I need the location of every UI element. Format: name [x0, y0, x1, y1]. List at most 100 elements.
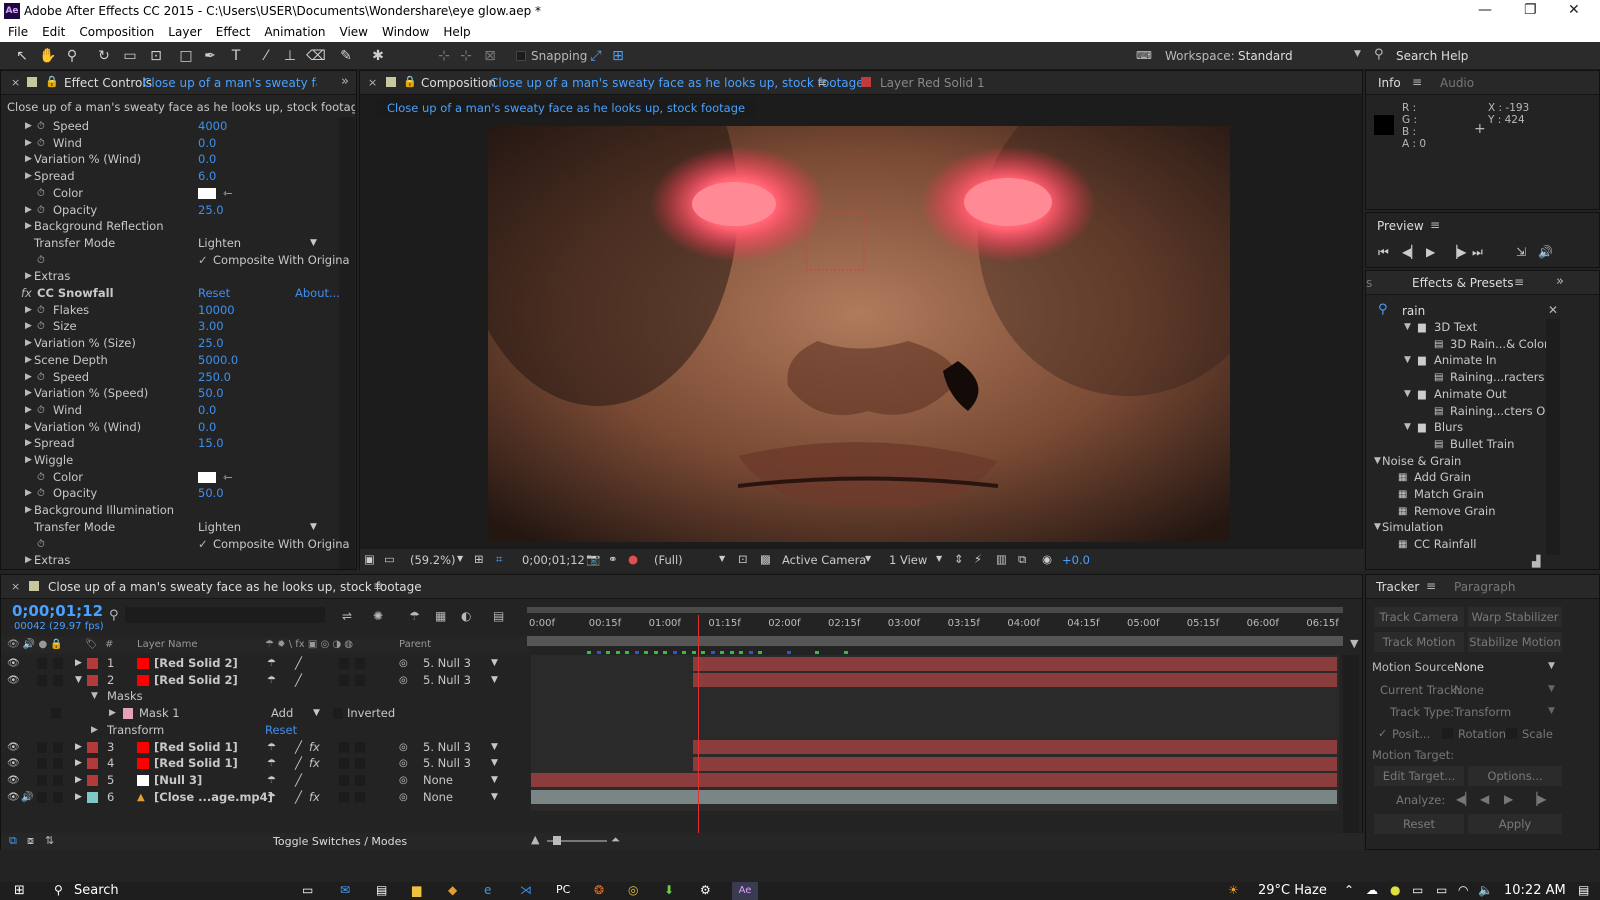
property-value[interactable]: 3.00	[198, 318, 224, 335]
expand-triangle-icon[interactable]: ▶	[25, 352, 32, 369]
property-value[interactable]: 0.0	[198, 151, 216, 168]
panel-menu-icon[interactable]: ≡	[1514, 275, 1524, 289]
rectangle-tool-icon[interactable]: □	[176, 46, 196, 66]
minimize-icon[interactable]: —	[1478, 2, 1492, 18]
effect-property-row[interactable]: ▶ ⏱ Speed 250.0	[1, 369, 351, 386]
menu-edit[interactable]: Edit	[34, 22, 71, 39]
mask-name[interactable]: Mask 1	[139, 705, 180, 722]
hand-tool-icon[interactable]: ✋	[38, 46, 58, 66]
visibility-eye-icon[interactable]: 👁	[7, 739, 20, 756]
parent-dropdown[interactable]: 5. Null 3	[423, 655, 471, 672]
solo-toggle[interactable]	[37, 791, 47, 803]
collapse-triangle-icon[interactable]: ▼	[1404, 386, 1411, 403]
layer-duration-bar[interactable]	[531, 773, 1337, 788]
analyze-forward-icon[interactable]: ▶	[1504, 792, 1513, 806]
scale-checkbox[interactable]	[1506, 728, 1517, 739]
snap-edges-icon[interactable]: ⤢	[586, 46, 606, 66]
expand-triangle-icon[interactable]: ▶	[25, 118, 32, 135]
expand-triangle-icon[interactable]: ▶	[91, 722, 98, 739]
visibility-eye-icon[interactable]: 👁	[7, 655, 20, 672]
expand-triangle-icon[interactable]: ▶	[75, 655, 82, 672]
stopwatch-icon[interactable]: ⏱	[37, 402, 45, 419]
expand-triangle-icon[interactable]: ▶	[25, 452, 32, 469]
property-value[interactable]: 25.0	[198, 335, 224, 352]
expand-triangle-icon[interactable]: ▶	[25, 302, 32, 319]
property-value[interactable]: 10000	[198, 302, 235, 319]
menu-animation[interactable]: Animation	[256, 22, 331, 39]
selection-tool-icon[interactable]: ↖	[12, 46, 32, 66]
current-time[interactable]: 0;00;01;12	[522, 553, 585, 567]
comp-marker-bin-icon[interactable]: ▼	[1350, 637, 1358, 650]
timeline-layer-row[interactable]: 👁 🔊 ▶ 6 ▲ [Close ...age.mp4] ☂ ╱ fx ◎ None ▼	[1, 789, 531, 806]
inverted-checkbox[interactable]	[333, 708, 343, 720]
analyze-back-frames-icon[interactable]: ◀▏	[1456, 792, 1474, 806]
effect-property-row[interactable]: ▶ ⏱ Wind 0.0	[1, 135, 351, 152]
effect-property-row[interactable]: ▶ Variation % (Speed) 50.0	[1, 385, 351, 402]
close-panel-icon[interactable]: ×	[368, 76, 377, 89]
effect-property-row[interactable]: ▶ Variation % (Wind) 0.0	[1, 419, 351, 436]
effects-tree-item[interactable]: ▼ ▆ 3D Text	[1366, 319, 1546, 336]
effect-property-row[interactable]: ▶ Scene Depth 5000.0	[1, 352, 351, 369]
composition-tab[interactable]: Composition	[421, 76, 496, 90]
layer-duration-bar[interactable]	[692, 656, 1337, 671]
clone-stamp-tool-icon[interactable]: ⊥	[280, 46, 300, 66]
menu-view[interactable]: View	[332, 22, 374, 39]
stopwatch-icon[interactable]: ⏱	[37, 135, 45, 152]
effect-property-row[interactable]: Transfer Mode Lighten ▼	[1, 519, 351, 536]
expand-triangle-icon[interactable]: ▶	[75, 789, 82, 806]
property-value[interactable]: 0.0	[198, 419, 216, 436]
transform-group-row[interactable]: ▶ Transform Reset	[1, 722, 531, 739]
type-tool-icon[interactable]: T	[226, 46, 246, 66]
effect-switch-icon[interactable]: fx	[309, 789, 320, 806]
chevron-down-icon[interactable]: ▼	[491, 755, 498, 772]
camera-tool-icon[interactable]: ▭	[120, 46, 140, 66]
windows-start-icon[interactable]: ⊞	[14, 883, 25, 898]
parent-dropdown[interactable]: 5. Null 3	[423, 755, 471, 772]
effect-property-row[interactable]: ▶ Variation % (Wind) 0.0	[1, 151, 351, 168]
tray-icon[interactable]: ☁	[1366, 883, 1378, 897]
transparency-grid-icon[interactable]: ▩	[760, 552, 771, 566]
effect-property-row[interactable]: ▶ Spread 15.0	[1, 435, 351, 452]
layer-duration-bar[interactable]	[692, 740, 1337, 754]
playhead[interactable]	[698, 615, 700, 833]
property-value[interactable]: 25.0	[198, 202, 224, 219]
visibility-eye-icon[interactable]: 👁	[7, 789, 20, 806]
collapse-triangle-icon[interactable]: ▼	[1374, 453, 1381, 470]
fx-icon[interactable]: fx	[21, 285, 32, 302]
chevron-down-icon[interactable]: ▼	[1548, 706, 1555, 716]
property-value[interactable]: 0.0	[198, 135, 216, 152]
layer-name[interactable]: [Null 3]	[154, 772, 202, 789]
effect-property-row[interactable]: ▶ ⏱ Flakes 10000	[1, 302, 351, 319]
label-color-chip[interactable]	[87, 741, 98, 753]
pen-tool-icon[interactable]: ✒	[200, 46, 220, 66]
transfer-controls-icon[interactable]: ⧇	[27, 834, 34, 848]
expand-triangle-icon[interactable]: ▶	[25, 369, 32, 386]
mute-audio-icon[interactable]: 🔊	[1538, 245, 1553, 259]
property-value[interactable]: 15.0	[198, 435, 224, 452]
expand-triangle-icon[interactable]: ▶	[25, 218, 32, 235]
zoom-in-icon[interactable]: ⏶	[611, 833, 620, 847]
expand-triangle-icon[interactable]: ▶	[25, 385, 32, 402]
effects-tree-item[interactable]: ▼ ▆ Animate In	[1366, 352, 1546, 369]
timeline-current-time[interactable]: 0;00;01;12	[12, 602, 103, 620]
close-panel-icon[interactable]: ×	[11, 580, 20, 593]
quality-switch-icon[interactable]: ╱	[295, 739, 302, 756]
chevron-down-icon[interactable]: ▼	[310, 235, 317, 252]
effect-property-row[interactable]: ⏱ ✓ Composite With Origina	[1, 536, 351, 553]
shy-switch-icon[interactable]: ☂	[267, 789, 276, 806]
effect-property-row[interactable]: ▶ Background Reflection	[1, 218, 351, 235]
chevron-down-icon[interactable]: ▼	[936, 554, 942, 563]
search-help-input[interactable]: Search Help	[1396, 49, 1468, 63]
chevron-down-icon[interactable]: ▼	[1548, 684, 1555, 694]
roto-brush-tool-icon[interactable]: ✎	[336, 46, 356, 66]
pick-whip-icon[interactable]: ◎	[399, 672, 408, 689]
color-channels-icon[interactable]: ●	[628, 552, 638, 566]
mask-lock-toggle[interactable]	[51, 708, 61, 720]
collapse-triangle-icon[interactable]: ▼	[1404, 352, 1411, 369]
timeline-tab[interactable]: Close up of a man's sweaty face as he lo…	[48, 580, 422, 594]
shy-layers-icon[interactable]: ☂	[409, 609, 420, 623]
adjustment-switch[interactable]	[355, 758, 365, 770]
position-checkbox[interactable]: ✓	[1378, 727, 1387, 740]
mask-row[interactable]: ▶ Mask 1 Add ▼ Inverted	[1, 705, 531, 722]
effect-property-row[interactable]: ▶ Spread 6.0	[1, 168, 351, 185]
